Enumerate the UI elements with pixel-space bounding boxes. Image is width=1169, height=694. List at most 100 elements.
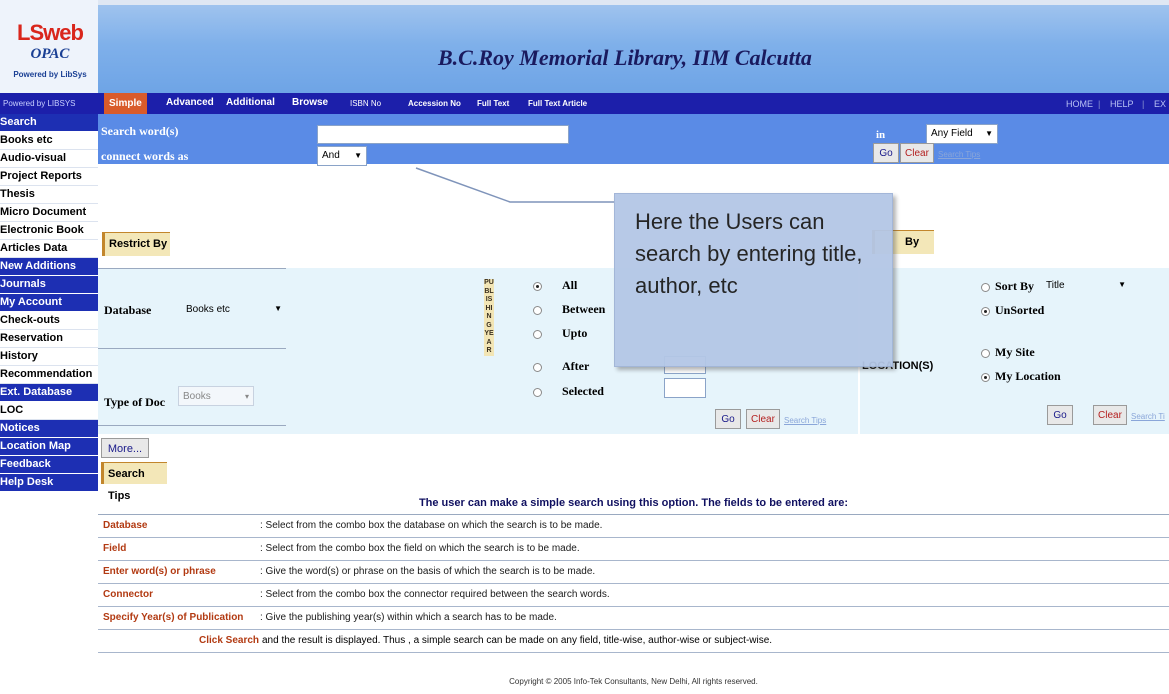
sort-go-button[interactable]: Go — [1047, 405, 1073, 425]
sidebar-item-search[interactable]: Search — [0, 114, 98, 131]
search-input[interactable] — [317, 125, 569, 144]
search-panel: Search word(s) connect words as And ▼ in… — [98, 114, 1169, 166]
callout-pointer — [415, 167, 614, 203]
database-select[interactable]: Books etc ▼ — [186, 304, 282, 320]
search-go-button[interactable]: Go — [873, 143, 899, 163]
sort-field-select[interactable]: Title ▼ — [1046, 280, 1126, 296]
year-between-label: Between — [562, 302, 606, 316]
sort-by-label: Sort By — [995, 279, 1034, 293]
powered-by: Powered by LIBSYS — [3, 99, 76, 108]
exit-link[interactable]: EX — [1154, 99, 1166, 109]
restrict-tips-link[interactable]: Search Tips — [784, 416, 826, 425]
type-of-doc-label: Type of Doc — [104, 395, 166, 409]
year-upto-label: Upto — [562, 326, 588, 340]
tip-value: : Select from the combo box the field on… — [260, 543, 580, 554]
copyright: Copyright © 2005 Info-Tek Consultants, N… — [509, 677, 758, 686]
home-link[interactable]: HOME — [1066, 99, 1093, 109]
tab-isbn[interactable]: ISBN No — [350, 99, 381, 108]
sidebar-item-project-reports[interactable]: Project Reports — [0, 168, 98, 186]
year-between-radio[interactable] — [533, 306, 542, 315]
year-all-label: All — [562, 278, 578, 292]
type-of-doc-select[interactable]: Books ▾ — [178, 386, 254, 406]
sidebar-item-thesis[interactable]: Thesis — [0, 186, 98, 204]
my-location-label: My Location — [995, 369, 1061, 383]
restrict-clear-button[interactable]: Clear — [746, 409, 780, 429]
connect-label: connect words as — [101, 149, 189, 163]
sidebar-item-loc[interactable]: LOC — [0, 402, 98, 420]
sidebar-item-notices[interactable]: Notices — [0, 420, 98, 437]
sidebar-item-reservation[interactable]: Reservation — [0, 330, 98, 348]
tip-value: : Select from the combo box the database… — [260, 520, 603, 531]
sidebar-item-journals[interactable]: Journals — [0, 276, 98, 293]
nav-divider: | — [1142, 99, 1145, 109]
tab-simple[interactable]: Simple — [104, 93, 147, 114]
search-clear-button[interactable]: Clear — [900, 143, 934, 163]
sidebar-item-articles-data[interactable]: Articles Data — [0, 240, 98, 258]
tip-key: Database — [103, 520, 148, 531]
sort-tips-link[interactable]: Search Ti — [1131, 412, 1165, 421]
sort-by-radio[interactable] — [981, 283, 990, 292]
sidebar-item-recommendation[interactable]: Recommendation — [0, 366, 98, 384]
search-tips-link[interactable]: Search Tips — [938, 150, 980, 159]
tab-accession[interactable]: Accession No — [408, 99, 461, 108]
tab-additional[interactable]: Additional — [226, 97, 275, 108]
restrict-go-button[interactable]: Go — [715, 409, 741, 429]
sidebar-item-check-outs[interactable]: Check-outs — [0, 312, 98, 330]
sidebar-item-electronic-book[interactable]: Electronic Book — [0, 222, 98, 240]
my-location-radio[interactable] — [981, 373, 990, 382]
year-selected-input[interactable] — [664, 378, 706, 398]
help-link[interactable]: HELP — [1110, 99, 1134, 109]
logo-opac: OPAC — [30, 46, 70, 62]
tab-advanced[interactable]: Advanced — [166, 97, 214, 108]
year-all-radio[interactable] — [533, 282, 542, 291]
unsorted-label: UnSorted — [995, 303, 1045, 317]
tip-value: : Give the word(s) or phrase on the basi… — [260, 566, 596, 577]
divider — [98, 268, 286, 269]
sidebar-item-micro-document[interactable]: Micro Document — [0, 204, 98, 222]
search-tips-header: Search Tips — [101, 462, 167, 502]
my-site-label: My Site — [995, 345, 1035, 359]
sidebar-item-feedback[interactable]: Feedback — [0, 456, 98, 473]
sidebar-item-new-additions[interactable]: New Additions — [0, 258, 98, 275]
year-selected-label: Selected — [562, 384, 604, 398]
my-site-radio[interactable] — [981, 349, 990, 358]
sidebar-item-location-map[interactable]: Location Map — [0, 438, 98, 455]
divider — [98, 425, 286, 426]
tip-key: Field — [103, 543, 127, 554]
year-upto-radio[interactable] — [533, 330, 542, 339]
database-value: Books etc — [186, 304, 230, 315]
click-search-label: Click Search — [199, 635, 260, 646]
tip-row-database: Database : Select from the combo box the… — [98, 515, 1169, 538]
chevron-down-icon: ▼ — [985, 129, 993, 138]
tip-value: : Give the publishing year(s) within whi… — [260, 612, 557, 623]
sort-clear-button[interactable]: Clear — [1093, 405, 1127, 425]
tab-full-text[interactable]: Full Text — [477, 99, 509, 108]
more-button[interactable]: More... — [101, 438, 149, 458]
library-title: B.C.Roy Memorial Library, IIM Calcutta — [438, 45, 812, 70]
unsorted-radio[interactable] — [981, 307, 990, 316]
summary-text: and the result is displayed. Thus , a si… — [262, 635, 773, 646]
publishing-year-text: PUBLISHINGYEAR — [484, 279, 494, 354]
sidebar-item-history[interactable]: History — [0, 348, 98, 366]
tip-row-year: Specify Year(s) of Publication : Give th… — [98, 607, 1169, 630]
sort-field-value: Title — [1046, 280, 1065, 291]
year-selected-radio[interactable] — [533, 388, 542, 397]
sidebar-item-ext-database[interactable]: Ext. Database — [0, 384, 98, 401]
sidebar-item-help-desk[interactable]: Help Desk — [0, 474, 98, 491]
sidebar-item-my-account[interactable]: My Account — [0, 294, 98, 311]
search-word-label: Search word(s) — [101, 124, 179, 138]
field-select[interactable]: Any Field ▼ — [926, 124, 998, 144]
in-label: in — [876, 129, 886, 141]
tip-row-summary: Click Search and the result is displayed… — [98, 630, 1169, 653]
chevron-down-icon: ▼ — [274, 304, 282, 313]
logo-word: LSweb — [17, 20, 84, 45]
tip-key: Enter word(s) or phrase — [103, 566, 216, 577]
tab-full-text-article[interactable]: Full Text Article — [528, 99, 587, 108]
sidebar-item-audio-visual[interactable]: Audio-visual — [0, 150, 98, 168]
tab-browse[interactable]: Browse — [292, 97, 328, 108]
publishing-year-label: PUBLISHINGYEAR — [484, 279, 494, 356]
nav-divider: | — [1098, 99, 1101, 109]
database-label: Database — [104, 303, 152, 317]
sidebar-item-books[interactable]: Books etc — [0, 132, 98, 150]
year-after-radio[interactable] — [533, 363, 542, 372]
